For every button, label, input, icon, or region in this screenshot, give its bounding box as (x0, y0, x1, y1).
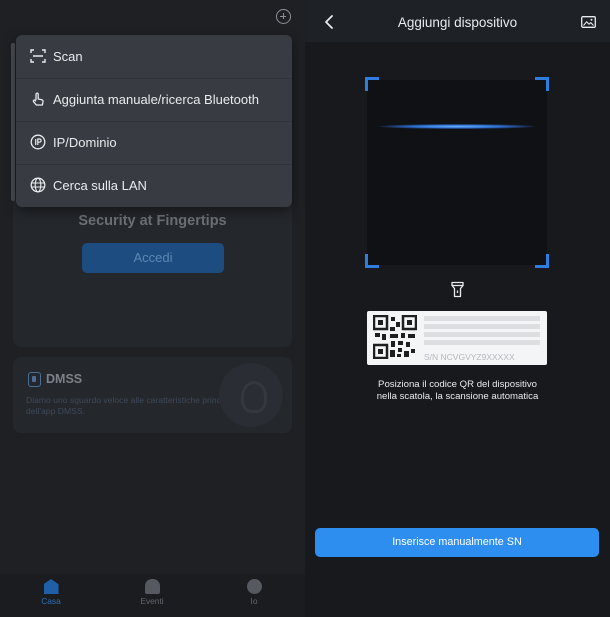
home-screen: Security at Fingertips Accedi DMSS Diamo… (0, 0, 305, 617)
add-device-plus-icon[interactable] (276, 9, 291, 24)
menu-item-manual-bluetooth[interactable]: Aggiunta manuale/ricerca Bluetooth (16, 78, 292, 121)
globe-icon (30, 177, 46, 193)
home-icon (43, 579, 59, 594)
login-card: Security at Fingertips Accedi (13, 190, 292, 347)
dmss-card-title: DMSS (46, 372, 83, 386)
flashlight-icon[interactable] (451, 281, 464, 298)
qr-code-icon (373, 315, 417, 359)
header: Aggiungi dispositivo (305, 0, 610, 42)
tab-events-label: Eventi (140, 596, 164, 606)
menu-item-ip-domain[interactable]: IP/Dominio (16, 121, 292, 164)
dmss-card-description: Diamo uno sguardo veloce alle caratteris… (26, 395, 237, 416)
bottom-tabbar: Casa Eventi Io (0, 574, 305, 617)
menu-scroll-edge (11, 43, 15, 201)
tab-me[interactable]: Io (224, 579, 284, 606)
menu-item-label: Cerca sulla LAN (53, 178, 147, 193)
label-text-line (424, 324, 540, 329)
lightbulb-icon (219, 363, 283, 427)
add-device-menu: Scan Aggiunta manuale/ricerca Bluetooth … (16, 35, 292, 207)
tagline: Security at Fingertips (78, 213, 227, 229)
tap-hand-icon (32, 92, 44, 106)
serial-number-text: S/N NCVGVYZ9XXXXX (424, 352, 515, 362)
login-button[interactable]: Accedi (82, 243, 224, 273)
tab-me-label: Io (250, 596, 258, 606)
dmss-card[interactable]: DMSS Diamo uno sguardo veloce alle carat… (13, 357, 292, 433)
label-text-line (424, 340, 540, 345)
menu-item-lan-search[interactable]: Cerca sulla LAN (16, 164, 292, 207)
phone-icon (28, 372, 41, 387)
menu-item-label: IP/Dominio (53, 135, 117, 150)
user-icon (246, 579, 262, 594)
home-topbar (0, 0, 305, 34)
label-text-line (424, 316, 540, 321)
scan-instruction: Posiziona il codice QR del dispositivo n… (345, 379, 570, 403)
scan-instruction-line: nella scatola, la scansione automatica (376, 391, 539, 402)
camera-preview (367, 80, 547, 265)
viewfinder-corner (365, 77, 379, 91)
add-device-screen: Aggiungi dispositivo S/N NCVGVYZ9XXXXX P… (305, 0, 610, 617)
tab-events[interactable]: Eventi (122, 579, 182, 606)
qr-scan-viewfinder (365, 77, 549, 268)
viewfinder-corner (535, 254, 549, 268)
gallery-icon[interactable] (581, 16, 596, 28)
viewfinder-corner (535, 77, 549, 91)
ip-icon (30, 134, 46, 150)
viewfinder-corner (365, 254, 379, 268)
label-text-line (424, 332, 540, 337)
manual-sn-button[interactable]: Inserisce manualmente SN (315, 528, 599, 557)
tab-home-label: Casa (41, 596, 61, 606)
menu-item-label: Aggiunta manuale/ricerca Bluetooth (53, 92, 259, 107)
menu-item-scan[interactable]: Scan (16, 35, 292, 78)
menu-item-label: Scan (53, 49, 83, 64)
scan-line (379, 124, 535, 129)
device-label-illustration: S/N NCVGVYZ9XXXXX (367, 311, 547, 365)
scan-instruction-line: Posiziona il codice QR del dispositivo (378, 379, 537, 390)
scan-icon (30, 49, 46, 63)
tab-home[interactable]: Casa (21, 579, 81, 606)
page-title: Aggiungi dispositivo (397, 15, 518, 30)
bell-icon (144, 579, 160, 594)
